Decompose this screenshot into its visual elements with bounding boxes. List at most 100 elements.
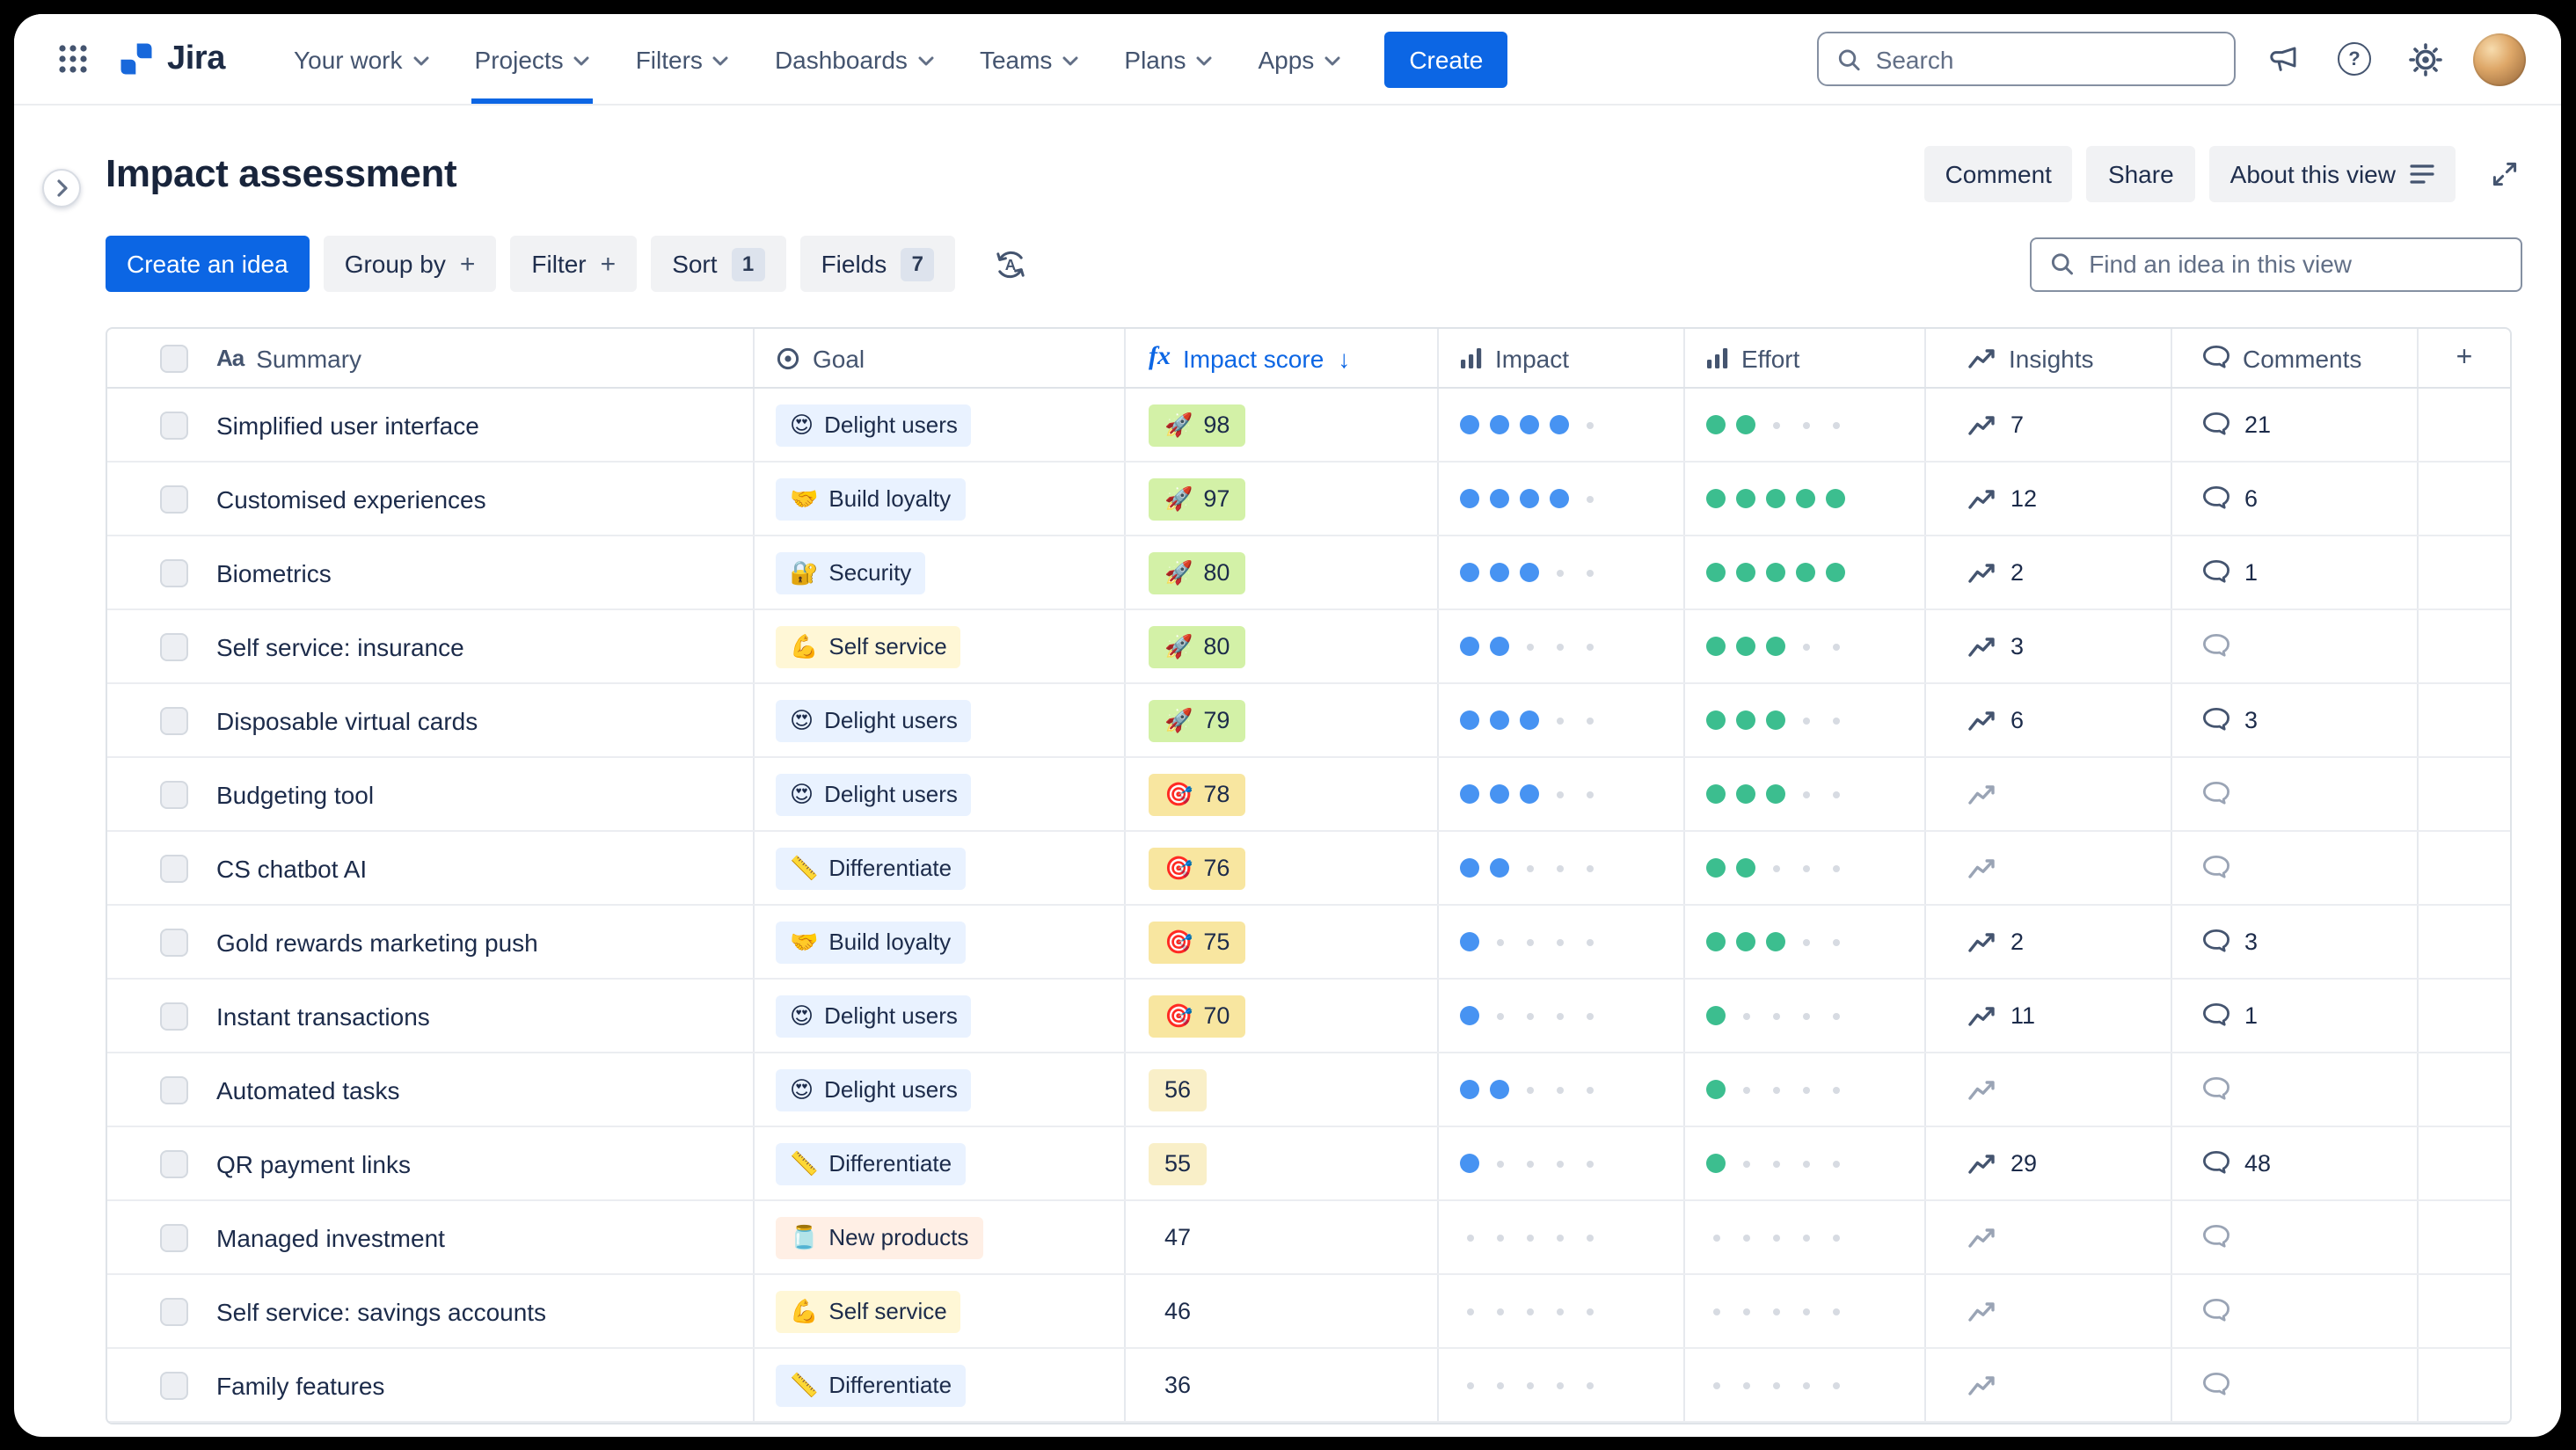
nav-item-filters[interactable]: Filters [613, 14, 752, 104]
insights-cell[interactable]: 7 [1926, 389, 2172, 461]
comments-cell[interactable] [2172, 832, 2419, 904]
row-checkbox[interactable] [160, 1223, 188, 1251]
translate-refresh-button[interactable]: A [985, 238, 1036, 289]
row-checkbox[interactable] [160, 1371, 188, 1399]
comments-cell[interactable] [2172, 610, 2419, 682]
table-row[interactable]: QR payment links 📏 Differentiate 55 29 4… [107, 1127, 2510, 1201]
row-checkbox[interactable] [160, 558, 188, 587]
summary-cell[interactable]: Gold rewards marketing push [199, 906, 755, 978]
effort-cell[interactable] [1685, 463, 1926, 535]
table-row[interactable]: CS chatbot AI 📏 Differentiate 🎯 76 [107, 832, 2510, 906]
insights-cell[interactable] [1926, 1053, 2172, 1126]
table-row[interactable]: Self service: savings accounts 💪 Self se… [107, 1275, 2510, 1349]
comments-cell[interactable] [2172, 758, 2419, 830]
nav-item-your-work[interactable]: Your work [271, 14, 452, 104]
nav-item-teams[interactable]: Teams [957, 14, 1101, 104]
row-checkbox[interactable] [160, 706, 188, 734]
impact-cell[interactable] [1439, 684, 1685, 756]
summary-cell[interactable]: Instant transactions [199, 980, 755, 1052]
effort-cell[interactable] [1685, 1201, 1926, 1273]
summary-cell[interactable]: QR payment links [199, 1127, 755, 1199]
share-button[interactable]: Share [2086, 146, 2195, 202]
effort-cell[interactable] [1685, 1349, 1926, 1421]
fields-button[interactable]: Fields 7 [799, 236, 956, 292]
impact-score-cell[interactable]: 🎯 75 [1126, 906, 1439, 978]
filter-button[interactable]: Filter + [510, 236, 638, 292]
comment-button[interactable]: Comment [1923, 146, 2073, 202]
app-switcher-button[interactable] [49, 35, 97, 83]
create-button[interactable]: Create [1384, 31, 1508, 87]
insights-cell[interactable]: 3 [1926, 610, 2172, 682]
sidebar-expand-button[interactable] [42, 169, 81, 208]
goal-cell[interactable]: 💪 Self service [755, 1275, 1126, 1347]
comments-cell[interactable]: 1 [2172, 980, 2419, 1052]
effort-cell[interactable] [1685, 980, 1926, 1052]
find-idea-input[interactable] [2089, 250, 2503, 278]
goal-chip[interactable]: 🤝 Build loyalty [776, 921, 966, 963]
summary-cell[interactable]: Self service: savings accounts [199, 1275, 755, 1347]
comments-cell[interactable]: 3 [2172, 906, 2419, 978]
row-checkbox[interactable] [160, 928, 188, 956]
goal-cell[interactable]: 💪 Self service [755, 610, 1126, 682]
impact-cell[interactable] [1439, 610, 1685, 682]
comments-cell[interactable]: 3 [2172, 684, 2419, 756]
table-row[interactable]: Biometrics 🔐 Security 🚀 80 2 1 [107, 536, 2510, 610]
summary-cell[interactable]: Automated tasks [199, 1053, 755, 1126]
effort-cell[interactable] [1685, 389, 1926, 461]
summary-cell[interactable]: Managed investment [199, 1201, 755, 1273]
goal-cell[interactable]: 🫙 New products [755, 1201, 1126, 1273]
settings-button[interactable] [2401, 34, 2450, 84]
effort-cell[interactable] [1685, 832, 1926, 904]
summary-cell[interactable]: Budgeting tool [199, 758, 755, 830]
table-row[interactable]: Instant transactions 😍 Delight users 🎯 7… [107, 980, 2510, 1053]
summary-cell[interactable]: Biometrics [199, 536, 755, 608]
effort-cell[interactable] [1685, 758, 1926, 830]
impact-score-cell[interactable]: 🚀 80 [1126, 610, 1439, 682]
impact-score-cell[interactable]: 🎯 78 [1126, 758, 1439, 830]
impact-score-cell[interactable]: 47 [1126, 1201, 1439, 1273]
select-all-checkbox[interactable] [160, 344, 188, 372]
row-checkbox[interactable] [160, 854, 188, 882]
table-row[interactable]: Disposable virtual cards 😍 Delight users… [107, 684, 2510, 758]
goal-cell[interactable]: 🔐 Security [755, 536, 1126, 608]
impact-cell[interactable] [1439, 906, 1685, 978]
table-row[interactable]: Customised experiences 🤝 Build loyalty 🚀… [107, 463, 2510, 536]
expand-view-button[interactable] [2484, 153, 2526, 195]
row-checkbox[interactable] [160, 1075, 188, 1104]
column-header-insights[interactable]: Insights [1926, 329, 2172, 387]
goal-chip[interactable]: 💪 Self service [776, 1290, 961, 1332]
summary-cell[interactable]: CS chatbot AI [199, 832, 755, 904]
goal-chip[interactable]: 🔐 Security [776, 551, 926, 594]
insights-cell[interactable] [1926, 1201, 2172, 1273]
create-idea-button[interactable]: Create an idea [106, 236, 310, 292]
table-row[interactable]: Self service: insurance 💪 Self service 🚀… [107, 610, 2510, 684]
row-checkbox[interactable] [160, 1002, 188, 1030]
add-column-button[interactable]: + [2419, 329, 2510, 387]
effort-cell[interactable] [1685, 536, 1926, 608]
goal-chip[interactable]: 🤝 Build loyalty [776, 477, 966, 520]
comments-cell[interactable] [2172, 1275, 2419, 1347]
column-header-summary[interactable]: Aa Summary [199, 329, 755, 387]
insights-cell[interactable]: 2 [1926, 906, 2172, 978]
insights-cell[interactable] [1926, 758, 2172, 830]
comments-cell[interactable] [2172, 1201, 2419, 1273]
goal-chip[interactable]: 😍 Delight users [776, 404, 972, 446]
row-checkbox[interactable] [160, 1297, 188, 1325]
about-view-button[interactable]: About this view [2208, 146, 2456, 202]
goal-chip[interactable]: 🫙 New products [776, 1216, 983, 1258]
row-checkbox[interactable] [160, 1149, 188, 1177]
summary-cell[interactable]: Customised experiences [199, 463, 755, 535]
help-button[interactable]: ? [2331, 35, 2378, 83]
impact-score-cell[interactable]: 🚀 97 [1126, 463, 1439, 535]
impact-cell[interactable] [1439, 1349, 1685, 1421]
row-checkbox[interactable] [160, 780, 188, 808]
impact-score-cell[interactable]: 🚀 79 [1126, 684, 1439, 756]
impact-score-cell[interactable]: 56 [1126, 1053, 1439, 1126]
comments-cell[interactable]: 48 [2172, 1127, 2419, 1199]
comments-cell[interactable]: 21 [2172, 389, 2419, 461]
effort-cell[interactable] [1685, 1053, 1926, 1126]
summary-cell[interactable]: Disposable virtual cards [199, 684, 755, 756]
nav-item-plans[interactable]: Plans [1101, 14, 1235, 104]
impact-cell[interactable] [1439, 758, 1685, 830]
goal-chip[interactable]: 😍 Delight users [776, 699, 972, 741]
